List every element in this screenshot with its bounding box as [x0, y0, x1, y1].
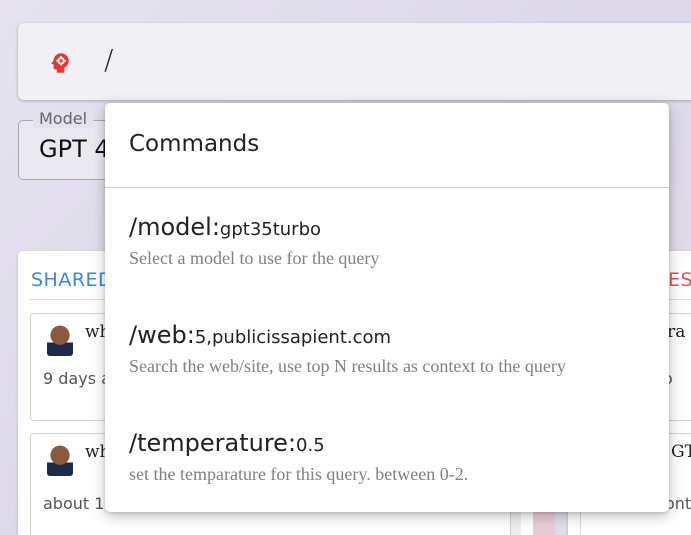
search-bar[interactable]: /	[18, 23, 691, 100]
commands-menu: Commands /model:gpt35turbo Select a mode…	[105, 103, 669, 512]
avatar	[47, 444, 73, 476]
command-argument: gpt35turbo	[219, 219, 322, 240]
divider	[105, 187, 669, 188]
model-label: Model	[33, 109, 94, 128]
item-timestamp: about 1	[43, 494, 105, 513]
command-description: Select a model to use for the query	[129, 248, 380, 268]
search-input[interactable]: /	[104, 43, 113, 76]
avatar	[47, 324, 73, 356]
head-gear-icon	[51, 53, 69, 73]
command-item-web[interactable]: /web:5,publicissapient.com Search the we…	[105, 311, 669, 411]
command-description: set the temparature for this query. betw…	[129, 464, 469, 484]
right-panel-title: ES	[668, 269, 691, 291]
command-argument: 0.5	[296, 435, 325, 456]
item-snippet: GT	[671, 442, 691, 462]
command-name: /model:	[129, 213, 220, 241]
commands-title: Commands	[129, 131, 260, 157]
command-name: /temperature:	[129, 429, 297, 457]
command-item-model[interactable]: /model:gpt35turbo Select a model to use …	[105, 203, 669, 303]
command-argument: 5,publicissapient.com	[194, 327, 392, 348]
command-name: /web:	[129, 321, 195, 349]
model-value: GPT 4	[39, 135, 110, 163]
shared-panel-title: SHARED	[31, 269, 114, 291]
command-description: Search the web/site, use top N results a…	[129, 356, 566, 376]
item-timestamp: 9 days a	[43, 369, 111, 388]
command-item-temperature[interactable]: /temperature:0.5 set the temparature for…	[105, 419, 669, 512]
